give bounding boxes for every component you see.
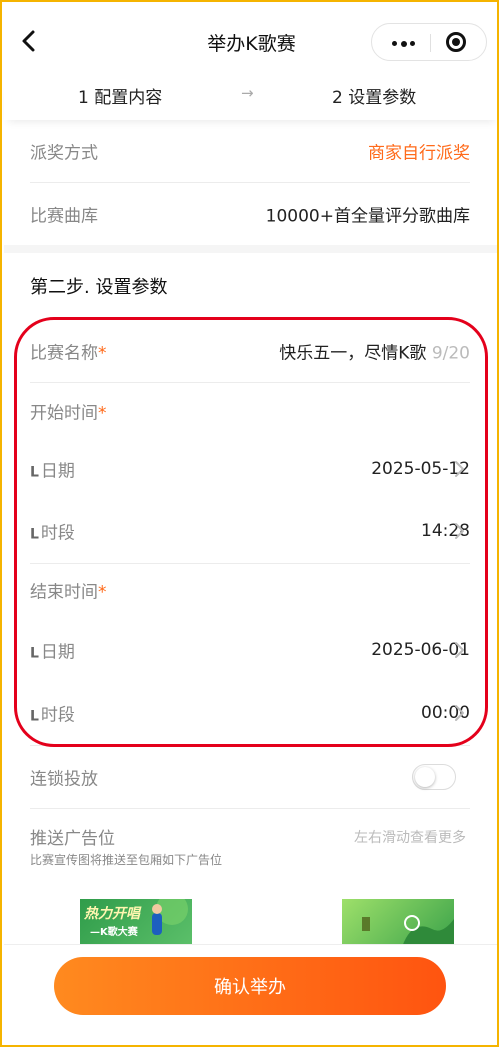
- section-title: 第二步. 设置参数: [30, 277, 168, 298]
- end-date-label-text: 日期: [40, 642, 75, 663]
- sub-item-marker: L: [30, 645, 39, 662]
- start-time-slot-label: L 时段: [30, 519, 75, 544]
- chevron-right-icon: [455, 461, 464, 477]
- chevron-right-icon: [455, 642, 464, 658]
- promo-graphic: [362, 915, 454, 947]
- award-method-value: 商家自行派奖: [368, 143, 470, 164]
- required-mark: *: [98, 582, 107, 603]
- navigation-bar: 举办K歌赛: [4, 2, 497, 80]
- miniapp-capsule: [371, 23, 487, 61]
- char-counter: 9/20: [431, 343, 470, 364]
- target-circle-icon[interactable]: [446, 32, 466, 52]
- chevron-right-icon: [455, 705, 464, 721]
- start-time-label-text: 开始时间: [30, 403, 98, 424]
- chevron-right-icon: [455, 523, 464, 539]
- contest-name-input[interactable]: 快乐五一，尽情K歌 9/20: [279, 339, 470, 364]
- promo-subtitle: —K歌大赛: [90, 927, 138, 938]
- end-date-label: L 日期: [30, 638, 75, 663]
- ad-slot-thumbnail[interactable]: [342, 899, 454, 947]
- contest-name-label-text: 比赛名称: [30, 343, 98, 364]
- capsule-divider: [430, 34, 431, 52]
- start-time-row[interactable]: L 时段 14:28: [30, 500, 470, 562]
- award-method-label: 派奖方式: [30, 143, 98, 164]
- divider: [30, 808, 470, 809]
- ad-slot-subtitle: 比赛宣传图将推送至包厢如下广告位: [30, 853, 223, 867]
- end-time-slot-label-text: 时段: [40, 705, 75, 726]
- chain-delivery-toggle[interactable]: [412, 764, 456, 790]
- sub-item-marker: L: [30, 708, 39, 725]
- contest-name-row[interactable]: 比赛名称* 快乐五一，尽情K歌 9/20: [30, 320, 470, 382]
- start-time-label: 开始时间*: [30, 399, 107, 424]
- song-library-value: 10000+首全量评分歌曲库: [265, 206, 470, 227]
- section-separator: [4, 245, 497, 253]
- end-date-row[interactable]: L 日期 2025-06-01: [30, 619, 470, 681]
- sub-item-marker: L: [30, 526, 39, 543]
- ad-slot-thumbnail[interactable]: 热力开唱 —K歌大赛: [80, 899, 192, 947]
- start-date-row[interactable]: L 日期 2025-05-12: [30, 438, 470, 500]
- sub-item-marker: L: [30, 464, 39, 481]
- start-time-slot-label-text: 时段: [40, 523, 75, 544]
- app-frame: 举办K歌赛 1 配置内容 → 2 设置参数 派奖方式 商家自行派奖 比赛曲库 1…: [0, 0, 499, 1047]
- song-library-row: 比赛曲库 10000+首全量评分歌曲库: [30, 183, 470, 245]
- scroll-hint: 左右滑动查看更多: [354, 830, 466, 846]
- end-time-header: 结束时间*: [30, 559, 470, 621]
- end-time-label-text: 结束时间: [30, 582, 98, 603]
- start-time-header: 开始时间*: [30, 380, 470, 442]
- promo-title: 热力开唱: [84, 906, 140, 922]
- chain-delivery-row: 连锁投放: [30, 746, 470, 808]
- required-mark: *: [98, 403, 107, 424]
- start-date-label: L 日期: [30, 457, 75, 482]
- required-mark: *: [98, 343, 107, 364]
- step-arrow-icon: →: [241, 84, 254, 102]
- step-2-label[interactable]: 2 设置参数: [332, 83, 416, 108]
- more-dots-icon[interactable]: [392, 40, 416, 47]
- start-date-label-text: 日期: [40, 461, 75, 482]
- contest-name-label: 比赛名称*: [30, 339, 107, 364]
- step-1-label[interactable]: 1 配置内容: [78, 83, 162, 108]
- confirm-host-button[interactable]: 确认举办: [54, 957, 446, 1015]
- end-time-slot-label: L 时段: [30, 701, 75, 726]
- chain-delivery-label: 连锁投放: [30, 769, 98, 790]
- award-method-row: 派奖方式 商家自行派奖: [30, 120, 470, 182]
- song-library-label: 比赛曲库: [30, 206, 98, 227]
- end-time-label: 结束时间*: [30, 578, 107, 603]
- end-time-row[interactable]: L 时段 00:00: [30, 682, 470, 744]
- step-indicator: 1 配置内容 → 2 设置参数: [4, 80, 497, 120]
- contest-name-value: 快乐五一，尽情K歌: [279, 343, 427, 364]
- ad-slot-title: 推送广告位: [30, 829, 115, 849]
